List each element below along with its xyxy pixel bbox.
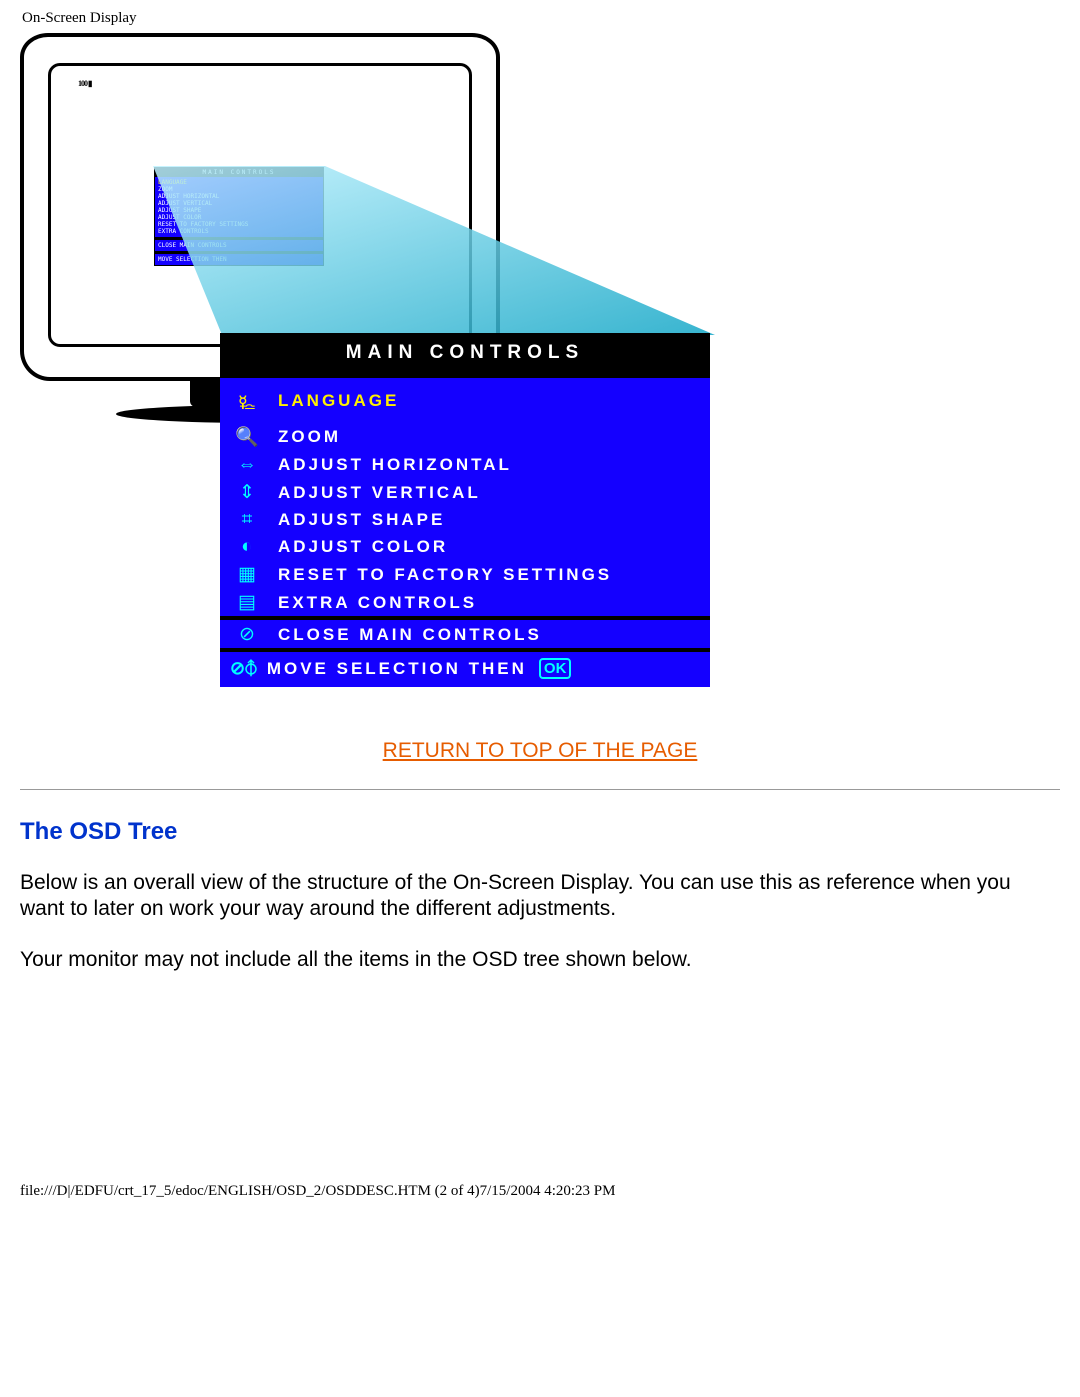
section-divider [20, 789, 1060, 790]
osd-item-adjust-vertical[interactable]: ⇕ ADJUST VERTICAL [220, 478, 710, 506]
mini-osd-item: ADJUST HORIZONTAL [158, 193, 320, 200]
mini-osd-item: EXTRA CONTROLS [158, 228, 320, 235]
osd-item-reset[interactable]: ▦ RESET TO FACTORY SETTINGS [220, 560, 710, 588]
mini-osd-panel: MAIN CONTROLS LANGUAGE ZOOM ADJUST HORIZ… [154, 167, 324, 266]
color-icon: ◐ [230, 536, 264, 558]
illustration-figure: 100 ▮ MAIN CONTROLS LANGUAGE ZOOM ADJUST… [20, 33, 760, 713]
body-paragraph: Below is an overall view of the structur… [20, 870, 1060, 923]
osd-panel: MAIN CONTROLS 🜐 LANGUAGE 🔍 ZOOM ⇔ ADJUST… [220, 333, 710, 687]
osd-item-label: ADJUST COLOR [278, 537, 448, 557]
osd-item-label: ADJUST SHAPE [278, 510, 445, 530]
osd-item-adjust-horizontal[interactable]: ⇔ ADJUST HORIZONTAL [220, 451, 710, 478]
osd-item-adjust-color[interactable]: ◐ ADJUST COLOR [220, 533, 710, 560]
osd-item-label: ZOOM [278, 427, 341, 447]
body-paragraph: Your monitor may not include all the ite… [20, 947, 1060, 973]
extra-icon: ▤ [230, 591, 264, 614]
crt-model-badge: 100 ▮ [78, 79, 91, 88]
osd-item-label: CLOSE MAIN CONTROLS [278, 625, 542, 645]
mini-osd-title: MAIN CONTROLS [155, 168, 323, 177]
vert-icon: ⇕ [230, 481, 264, 504]
nav-arrows-icon: ⊘⦽ [230, 658, 257, 679]
osd-close-main-controls[interactable]: ⊘ CLOSE MAIN CONTROLS [220, 620, 710, 648]
section-heading-osd-tree: The OSD Tree [20, 818, 1060, 846]
osd-footer-hint: ⊘⦽ MOVE SELECTION THEN OK [220, 652, 710, 687]
globe-icon: 🜐 [230, 381, 264, 420]
osd-item-extra-controls[interactable]: ▤ EXTRA CONTROLS [220, 588, 710, 616]
doc-header-title: On-Screen Display [22, 10, 1060, 27]
osd-item-zoom[interactable]: 🔍 ZOOM [220, 422, 710, 451]
return-to-top-link[interactable]: RETURN TO TOP OF THE PAGE [20, 739, 1060, 763]
ok-button-icon: OK [539, 658, 572, 679]
osd-item-language[interactable]: 🜐 LANGUAGE [220, 378, 710, 422]
down-icon: ⊘ [230, 623, 264, 646]
osd-footer-label: MOVE SELECTION THEN [267, 659, 527, 679]
horiz-icon: ⇔ [230, 454, 264, 476]
osd-item-label: EXTRA CONTROLS [278, 593, 477, 613]
osd-item-label: ADJUST VERTICAL [278, 483, 481, 503]
mini-osd-footer: MOVE SELECTION THEN [158, 256, 320, 263]
osd-item-label: RESET TO FACTORY SETTINGS [278, 565, 612, 585]
zoom-icon: 🔍 [230, 425, 264, 449]
page-footer-path: file:///D|/EDFU/crt_17_5/edoc/ENGLISH/OS… [20, 1183, 1060, 1208]
mini-osd-item: LANGUAGE [158, 179, 320, 186]
osd-item-adjust-shape[interactable]: ⌗ ADJUST SHAPE [220, 506, 710, 533]
mini-osd-item: ADJUST COLOR [158, 214, 320, 221]
reset-icon: ▦ [230, 563, 264, 586]
osd-item-label: ADJUST HORIZONTAL [278, 455, 512, 475]
mini-osd-item: ADJUST SHAPE [158, 207, 320, 214]
osd-title: MAIN CONTROLS [220, 333, 710, 374]
mini-osd-item: RESET TO FACTORY SETTINGS [158, 221, 320, 228]
mini-osd-item: ADJUST VERTICAL [158, 200, 320, 207]
osd-item-label: LANGUAGE [278, 391, 399, 411]
mini-osd-close: CLOSE MAIN CONTROLS [158, 242, 320, 249]
mini-osd-item: ZOOM [158, 186, 320, 193]
shape-icon: ⌗ [230, 509, 264, 531]
osd-menu-list: 🜐 LANGUAGE 🔍 ZOOM ⇔ ADJUST HORIZONTAL ⇕ … [220, 378, 710, 616]
